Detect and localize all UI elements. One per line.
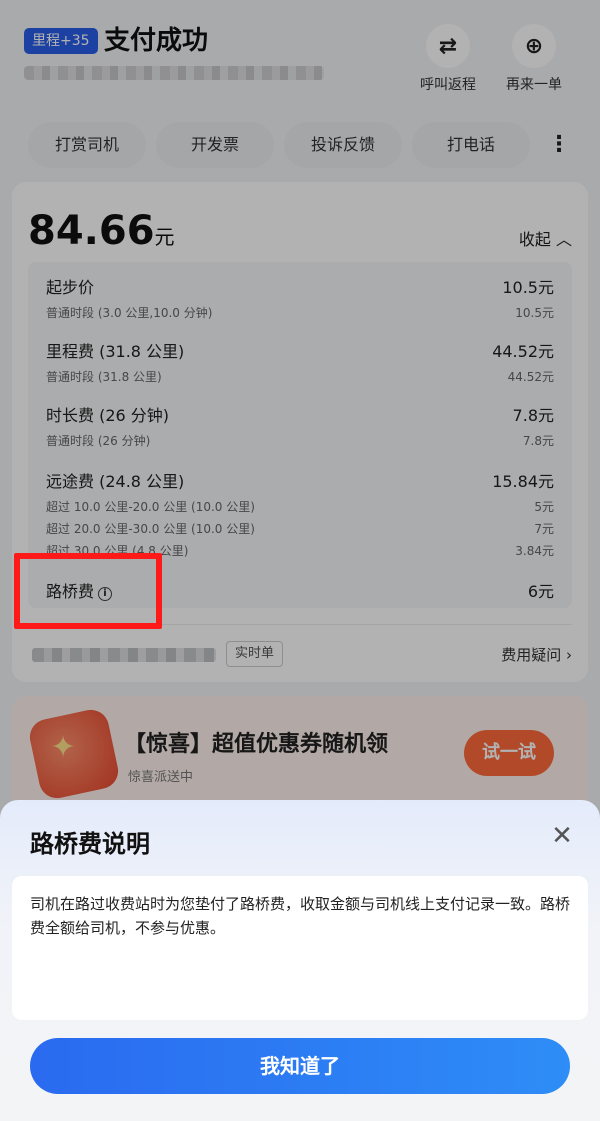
highlight-annotation [14,553,162,629]
sheet-title: 路桥费说明 [30,830,150,858]
toll-info-sheet: 路桥费说明 ✕ 司机在路过收费站时为您垫付了路桥费，收取金额与司机线上支付记录一… [0,800,600,1121]
confirm-button[interactable]: 我知道了 [30,1038,570,1094]
close-icon[interactable]: ✕ [548,822,576,850]
sheet-body: 司机在路过收费站时为您垫付了路桥费，收取金额与司机线上支付记录一致。路桥费全额给… [12,876,588,1020]
